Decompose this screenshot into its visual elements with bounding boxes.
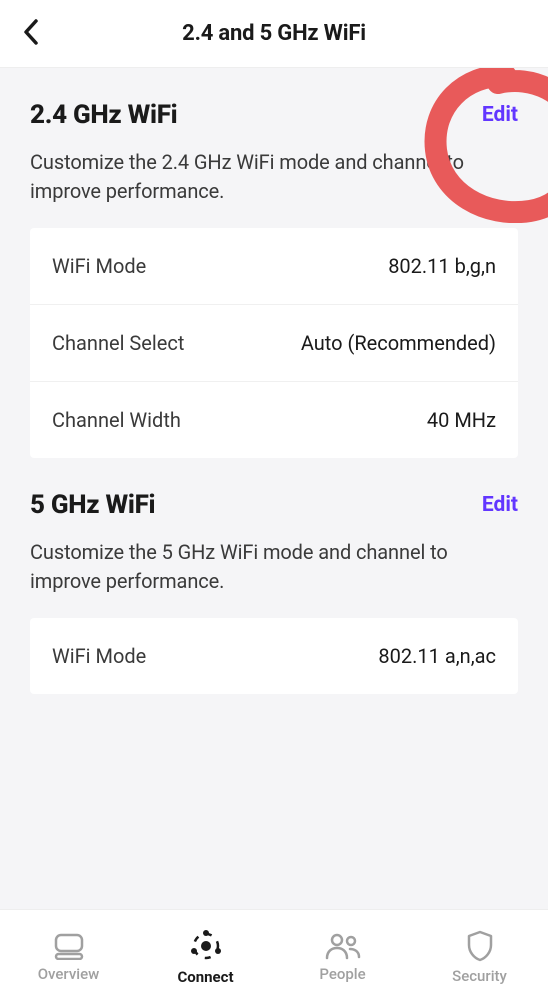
row-wifi-mode-5: WiFi Mode 802.11 a,n,ac [30, 618, 518, 694]
settings-card-24ghz: WiFi Mode 802.11 b,g,n Channel Select Au… [30, 228, 518, 458]
shield-icon [466, 930, 494, 962]
bottom-nav: Overview Connect People Security [0, 909, 548, 999]
section-5ghz-header: 5 GHz WiFi Edit [30, 490, 518, 520]
nav-label: Overview [38, 965, 100, 983]
app-header: 2.4 and 5 GHz WiFi [0, 0, 548, 68]
nav-security[interactable]: Security [411, 910, 548, 999]
back-button[interactable] [22, 18, 40, 50]
row-value: 802.11 a,n,ac [378, 644, 496, 668]
row-value: 40 MHz [427, 408, 496, 432]
section-5ghz-title: 5 GHz WiFi [30, 490, 155, 520]
row-label: Channel Width [52, 408, 181, 432]
overview-icon [53, 932, 85, 960]
nav-overview[interactable]: Overview [0, 910, 137, 999]
page-title: 2.4 and 5 GHz WiFi [0, 21, 548, 46]
main-content: 2.4 GHz WiFi Edit Customize the 2.4 GHz … [0, 100, 548, 694]
connect-icon [189, 929, 223, 963]
nav-label: Connect [177, 968, 233, 986]
section-24ghz-description: Customize the 2.4 GHz WiFi mode and chan… [30, 148, 518, 206]
edit-24ghz-button[interactable]: Edit [482, 103, 518, 127]
row-label: WiFi Mode [52, 644, 146, 668]
row-channel-select-24: Channel Select Auto (Recommended) [30, 305, 518, 382]
nav-label: Security [452, 967, 507, 985]
section-24ghz-header: 2.4 GHz WiFi Edit [30, 100, 518, 130]
row-label: Channel Select [52, 331, 184, 355]
row-value: 802.11 b,g,n [388, 254, 496, 278]
row-value: Auto (Recommended) [301, 331, 496, 355]
row-label: WiFi Mode [52, 254, 146, 278]
section-24ghz-title: 2.4 GHz WiFi [30, 100, 177, 130]
settings-card-5ghz: WiFi Mode 802.11 a,n,ac [30, 618, 518, 694]
nav-label: People [319, 965, 365, 983]
row-channel-width-24: Channel Width 40 MHz [30, 382, 518, 458]
chevron-left-icon [22, 18, 40, 46]
nav-people[interactable]: People [274, 910, 411, 999]
nav-connect[interactable]: Connect [137, 910, 274, 999]
edit-5ghz-button[interactable]: Edit [482, 493, 518, 517]
row-wifi-mode-24: WiFi Mode 802.11 b,g,n [30, 228, 518, 305]
people-icon [325, 932, 361, 960]
section-5ghz-description: Customize the 5 GHz WiFi mode and channe… [30, 538, 518, 596]
